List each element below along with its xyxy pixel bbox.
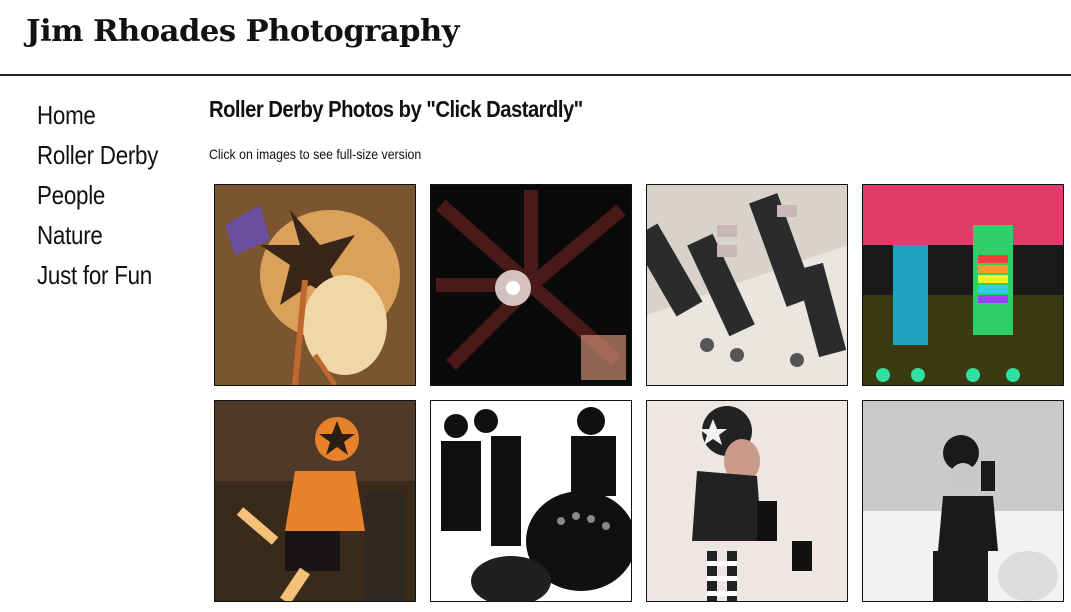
gallery-instruction: Click on images to see full-size version: [209, 146, 422, 162]
nav-just-for-fun[interactable]: Just for Fun: [37, 255, 158, 295]
nav-nature[interactable]: Nature: [37, 215, 158, 255]
thumbnail-7[interactable]: [646, 400, 848, 602]
photo-bw-crowd: [431, 401, 631, 601]
photo-neon-skates: [863, 185, 1063, 385]
main-content: Roller Derby Photos by "Click Dastardly"…: [209, 96, 634, 162]
photo-striped-socks-skates: [647, 185, 847, 385]
nav-people[interactable]: People: [37, 175, 158, 215]
thumbnail-6[interactable]: [430, 400, 632, 602]
site-header: Jim Rhoades Photography: [0, 0, 1071, 76]
thumbnail-3[interactable]: [646, 184, 848, 386]
photo-mosaic-star-helmet: [215, 185, 415, 385]
main-nav: Home Roller Derby People Nature Just for…: [37, 95, 178, 295]
nav-home[interactable]: Home: [37, 95, 158, 135]
nav-roller-derby[interactable]: Roller Derby: [37, 135, 158, 175]
page-heading: Roller Derby Photos by "Click Dastardly": [209, 96, 583, 122]
thumbnail-2[interactable]: [430, 184, 632, 386]
photo-hands-circle: [431, 185, 631, 385]
thumbnail-4[interactable]: [862, 184, 1064, 386]
photo-bw-gym-skater: [863, 401, 1063, 601]
site-title[interactable]: Jim Rhoades Photography: [26, 14, 460, 49]
photo-jammer-crouching: [647, 401, 847, 601]
photo-orange-jersey-skater: [215, 401, 415, 601]
thumbnail-8[interactable]: [862, 400, 1064, 602]
thumbnail-5[interactable]: [214, 400, 416, 602]
thumbnail-1[interactable]: [214, 184, 416, 386]
